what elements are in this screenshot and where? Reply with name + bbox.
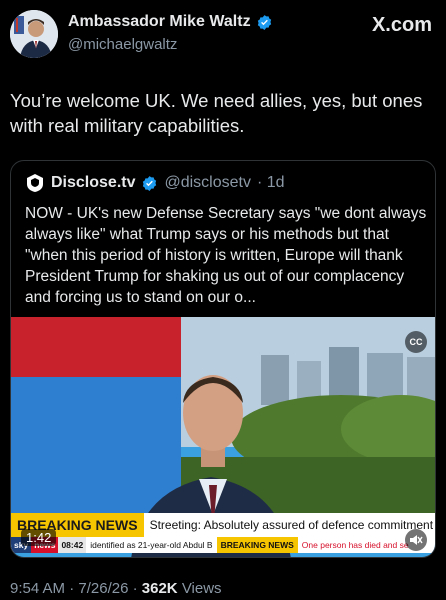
ticker-text-2: One person has died and se [301, 540, 409, 550]
avatar[interactable] [10, 10, 58, 58]
separator: · [69, 580, 79, 597]
tweet-text: You’re welcome UK. We need allies, yes, … [10, 90, 423, 136]
ticker-time: 08:42 [58, 537, 87, 553]
views-count: 362K [141, 580, 178, 597]
news-ticker: sky news 08:42 identified as 21-year-old… [11, 537, 435, 553]
captions-button[interactable]: CC [405, 331, 427, 353]
quoted-author-name[interactable]: Disclose.tv [51, 174, 135, 192]
tweet-header: Ambassador Mike Waltz @michaelgwaltz X.c… [0, 0, 446, 70]
breaking-news-banner: BREAKING NEWS Streeting: Absolutely assu… [11, 513, 435, 537]
quoted-tweet-text: NOW - UK's new Defense Secretary says "w… [25, 205, 427, 306]
post-time[interactable]: 9:54 AM [10, 580, 65, 597]
separator: · [132, 580, 142, 597]
video-duration: 1:42 [21, 529, 57, 546]
quoted-tweet[interactable]: Disclose.tv @disclosetv · 1d NOW - UK's … [10, 160, 436, 558]
disclose-tv-logo-icon [27, 174, 43, 192]
speaker-muted-icon[interactable] [405, 529, 427, 551]
quoted-author-handle[interactable]: @disclosetv [164, 174, 251, 192]
author-handle[interactable]: @michaelgwaltz [68, 36, 177, 53]
author-name[interactable]: Ambassador Mike Waltz [68, 13, 251, 31]
ticker-breaking-label: BREAKING NEWS [216, 537, 298, 553]
verified-badge-icon [257, 14, 271, 30]
views-label: Views [181, 580, 222, 597]
video-player[interactable]: CC BREAKING NEWS Streeting: Absolutely a… [11, 317, 435, 557]
tweet-footer: 9:54 AM · 7/26/26 · 362K Views [10, 580, 222, 597]
verified-badge-icon [143, 175, 157, 191]
quoted-tweet-header: Disclose.tv @disclosetv · 1d [25, 173, 285, 193]
quoted-tweet-age: · 1d [256, 174, 285, 191]
author-name-row: Ambassador Mike Waltz [68, 13, 273, 31]
ticker-text-1: identified as 21-year-old Abdul B [90, 540, 213, 550]
post-date[interactable]: 7/26/26 [78, 580, 128, 597]
x-com-logo: X.com [371, 14, 432, 36]
breaking-headline: Streeting: Absolutely assured of defence… [149, 518, 434, 532]
